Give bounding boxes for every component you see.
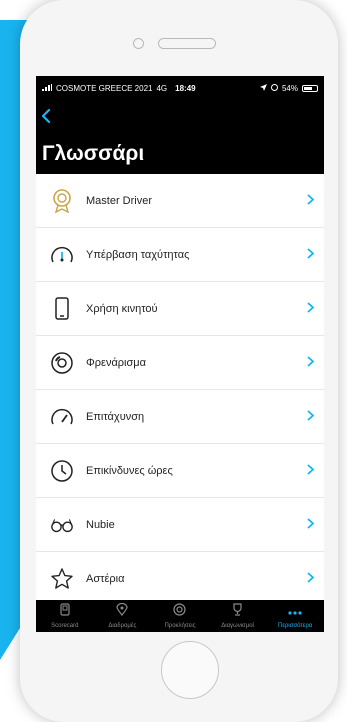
network-type: 4G [156,83,168,93]
list-item-label: Χρήση κινητού [86,302,158,315]
list-item-label: Αστέρια [86,572,125,585]
tab-label: Προκλήσεις [164,623,196,629]
list-item-stars[interactable]: Αστέρια [36,552,324,606]
back-chevron-icon[interactable] [40,108,52,129]
chevron-right-icon [307,246,315,264]
tab-more[interactable]: Περισσότερα [266,600,324,632]
tab-routes[interactable]: Διαδρομές [94,600,152,632]
phone-icon [50,296,74,321]
signal-icon [42,83,52,93]
tab-label: Scorecard [51,623,79,629]
location-pin-icon [116,602,128,621]
list-item-speeding[interactable]: Υπέρβαση ταχύτητας [36,228,324,282]
list-item-nubie[interactable]: Nubie [36,498,324,552]
list-item-dangerous-hours[interactable]: Επικίνδυνες ώρες [36,444,324,498]
list-item-label: Nubie [86,518,115,531]
status-time: 18:49 [175,83,196,93]
chevron-right-icon [307,462,315,480]
page-title: Γλωσσάρι [42,142,145,165]
glossary-list: Master Driver Υπέρβαση ταχύτητας Χρήση κ… [36,174,324,606]
battery-icon [302,84,318,92]
chevron-right-icon [307,408,315,426]
list-item-label: Υπέρβαση ταχύτητας [86,248,190,261]
tab-challenges[interactable]: Προκλήσεις [151,600,209,632]
chevron-right-icon [307,516,315,534]
brake-icon [50,351,74,375]
tab-label: Περισσότερα [278,623,313,629]
clock-icon [50,459,74,483]
list-item-master-driver[interactable]: Master Driver [36,174,324,228]
header-bar: Γλωσσάρι [36,100,324,174]
list-item-label: Επικίνδυνες ώρες [86,464,173,477]
star-icon [50,567,74,591]
tab-competitions[interactable]: Διαγωνισμοί [209,600,267,632]
battery-percent: 54% [281,83,298,93]
acceleration-gauge-icon [50,405,74,429]
status-bar: COSMOTE GREECE 2021 4G 18:49 54% [36,76,324,100]
trophy-icon [231,603,244,621]
bottom-tab-bar: Scorecard Διαδρομές Προκλήσεις Διαγωνισμ… [36,600,324,632]
chevron-right-icon [307,192,315,210]
more-dots-icon [288,603,302,621]
list-item-acceleration[interactable]: Επιτάχυνση [36,390,324,444]
tab-label: Διαγωνισμοί [221,623,254,629]
target-icon [173,603,187,621]
home-button[interactable] [161,641,219,699]
tab-scorecard[interactable]: Scorecard [36,600,94,632]
speedometer-icon [50,243,74,267]
location-arrow-icon [259,83,267,93]
list-item-braking[interactable]: Φρενάρισμα [36,336,324,390]
list-item-phone-use[interactable]: Χρήση κινητού [36,282,324,336]
speaker-grille [158,38,216,49]
chevron-right-icon [307,300,315,318]
list-item-label: Φρενάρισμα [86,356,146,369]
alarm-icon [270,83,278,93]
glasses-icon [50,513,74,537]
phone-frame: COSMOTE GREECE 2021 4G 18:49 54% Γλωσσάρ… [20,0,338,722]
chevron-right-icon [307,354,315,372]
list-item-label: Master Driver [86,194,153,207]
camera-dot [133,38,144,49]
master-driver-badge-icon [50,188,74,213]
app-screen: COSMOTE GREECE 2021 4G 18:49 54% Γλωσσάρ… [36,76,324,632]
chevron-right-icon [307,570,315,588]
list-item-label: Επιτάχυνση [86,410,145,423]
carrier-name: COSMOTE GREECE 2021 [56,83,153,93]
tab-label: Διαδρομές [108,623,137,629]
scorecard-icon [60,603,70,621]
